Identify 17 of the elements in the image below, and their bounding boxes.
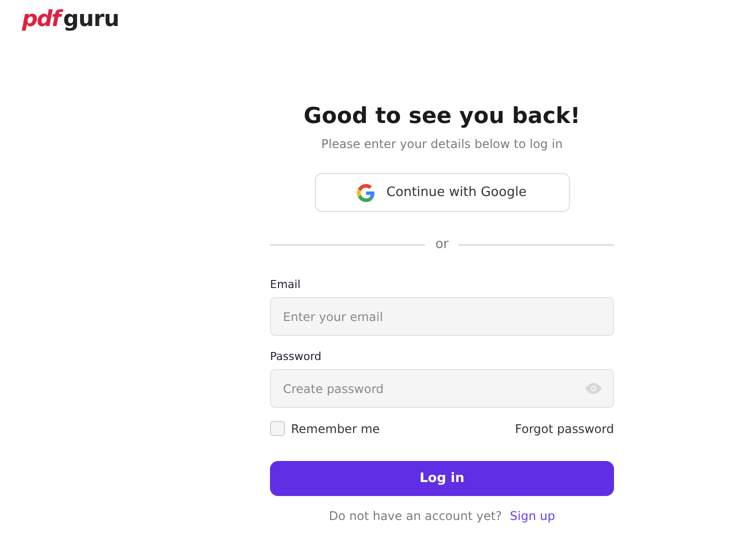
page-heading: Good to see you back!	[302, 104, 582, 129]
page-subheading: Please enter your details below to log in	[320, 137, 564, 151]
forgot-password-link[interactable]: Forgot password	[515, 422, 614, 436]
remember-checkbox[interactable]	[270, 421, 285, 436]
field-label: Email	[270, 278, 302, 291]
signup-link[interactable]: Sign up	[510, 509, 556, 523]
email-field[interactable]: Enter your email	[270, 297, 614, 336]
eye-icon[interactable]	[585, 383, 602, 394]
logo-text: guru	[63, 7, 119, 32]
google-button[interactable]: Continue with Google	[314, 173, 570, 212]
divider-label: or	[435, 237, 449, 252]
password-field[interactable]: Create password	[270, 369, 614, 408]
checkbox-label: Remember me	[291, 422, 380, 436]
login-button[interactable]: Log in	[270, 461, 614, 496]
signup-prompt: Do not have an account yet?	[328, 509, 502, 523]
field-label: Password	[270, 350, 322, 363]
google-icon	[357, 184, 376, 202]
